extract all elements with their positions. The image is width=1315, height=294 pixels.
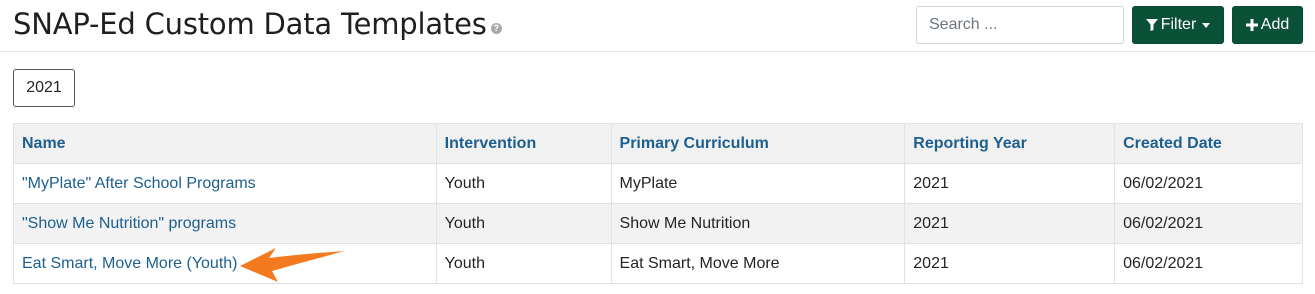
cell-curriculum: Eat Smart, Move More <box>610 243 906 284</box>
cell-name: "MyPlate" After School Programs <box>13 163 437 204</box>
column-header-created-date[interactable]: Created Date <box>1114 123 1303 164</box>
filter-button-label: Filter <box>1160 16 1197 33</box>
cell-reporting-year: 2021 <box>904 243 1116 284</box>
cell-curriculum: MyPlate <box>610 163 906 204</box>
chevron-down-icon <box>1202 22 1211 28</box>
page-title-text: SNAP-Ed Custom Data Templates <box>13 7 487 41</box>
column-header-reporting-year[interactable]: Reporting Year <box>904 123 1116 164</box>
cell-intervention: Youth <box>435 163 612 204</box>
table-row: Eat Smart, Move More (Youth) Youth Eat S… <box>13 243 1303 284</box>
page-header: SNAP-Ed Custom Data Templates? Filter Ad… <box>0 0 1315 52</box>
table-row: "MyPlate" After School Programs Youth My… <box>13 163 1303 204</box>
cell-reporting-year: 2021 <box>904 203 1116 244</box>
filter-icon <box>1145 19 1158 31</box>
column-header-intervention[interactable]: Intervention <box>435 123 612 164</box>
filter-button[interactable]: Filter <box>1132 6 1224 44</box>
plus-icon <box>1245 19 1258 31</box>
cell-intervention: Youth <box>435 203 612 244</box>
cell-reporting-year: 2021 <box>904 163 1116 204</box>
cell-intervention: Youth <box>435 243 612 284</box>
column-header-name[interactable]: Name <box>13 123 437 164</box>
add-button-label: Add <box>1260 16 1290 33</box>
cell-name: Eat Smart, Move More (Youth) <box>13 243 437 284</box>
cell-created-date: 06/02/2021 <box>1114 203 1303 244</box>
cell-name: "Show Me Nutrition" programs <box>13 203 437 244</box>
help-icon[interactable]: ? <box>490 22 502 34</box>
template-link[interactable]: Eat Smart, Move More (Youth) <box>22 255 238 272</box>
column-header-primary-curriculum[interactable]: Primary Curriculum <box>610 123 906 164</box>
cell-created-date: 06/02/2021 <box>1114 243 1303 284</box>
cell-created-date: 06/02/2021 <box>1114 163 1303 204</box>
page-title: SNAP-Ed Custom Data Templates? <box>13 4 502 44</box>
template-link[interactable]: "Show Me Nutrition" programs <box>22 215 236 232</box>
arrow-left-icon <box>240 248 344 282</box>
templates-table: Name Intervention Primary Curriculum Rep… <box>13 123 1303 284</box>
table-header-row: Name Intervention Primary Curriculum Rep… <box>13 123 1303 164</box>
add-button[interactable]: Add <box>1232 6 1303 44</box>
template-link[interactable]: "MyPlate" After School Programs <box>22 175 256 192</box>
search-input[interactable] <box>916 6 1124 44</box>
year-filter-button[interactable]: 2021 <box>13 69 75 107</box>
cell-curriculum: Show Me Nutrition <box>610 203 906 244</box>
table-row: "Show Me Nutrition" programs Youth Show … <box>13 203 1303 244</box>
